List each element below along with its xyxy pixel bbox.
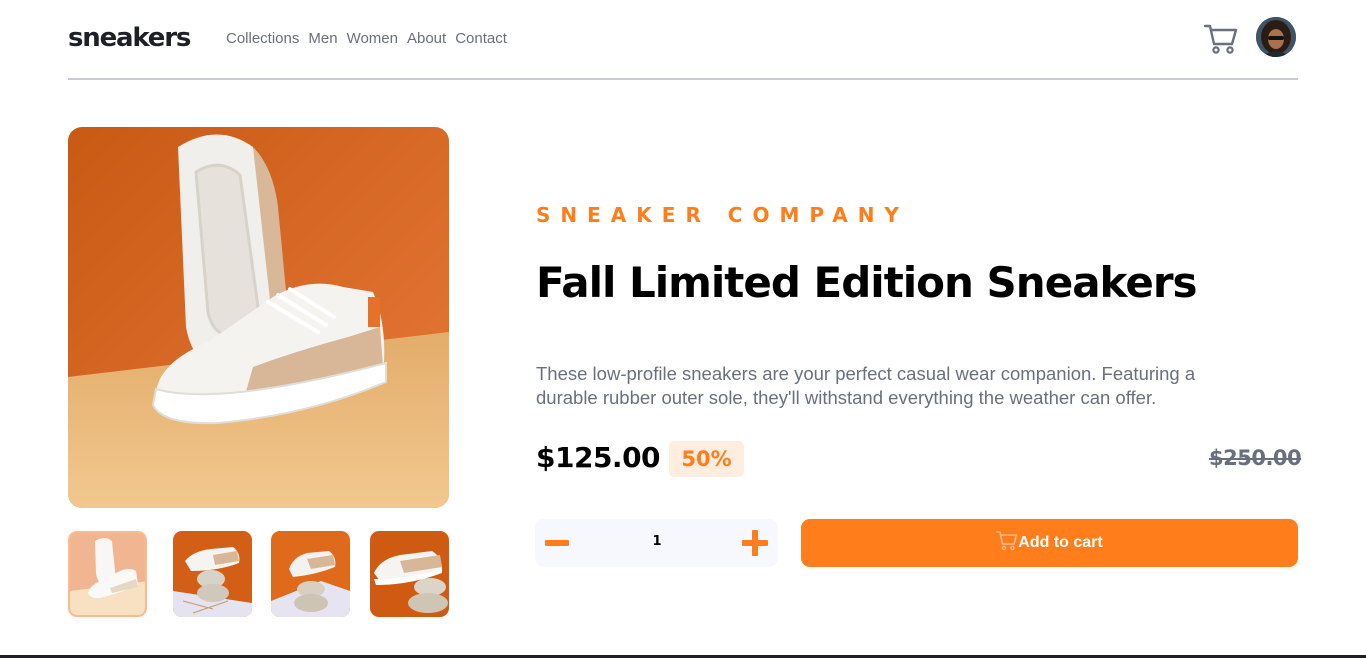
nav-link-men[interactable]: Men (308, 30, 337, 47)
add-to-cart-label: Add to cart (1018, 534, 1103, 551)
cart-icon (996, 531, 1018, 551)
product-description: These low-profile sneakers are your perf… (536, 363, 1196, 408)
sneaker-photo (68, 127, 449, 508)
thumbnail-image (271, 531, 350, 617)
nav-link-collections[interactable]: Collections (226, 30, 299, 47)
nav-link-about[interactable]: About (407, 30, 446, 47)
thumbnail-image (70, 533, 145, 615)
avatar-image (1256, 17, 1296, 57)
product-title: Fall Limited Edition Sneakers (536, 258, 1198, 307)
thumbnail-4[interactable] (370, 531, 449, 617)
discount-badge: 50% (669, 441, 744, 477)
increase-quantity-button[interactable] (742, 530, 770, 558)
nav-link-contact[interactable]: Contact (455, 30, 507, 47)
thumbnail-3[interactable] (271, 531, 350, 617)
nav-link-women[interactable]: Women (347, 30, 398, 47)
thumbnail-image (173, 531, 252, 617)
main-nav: Collections Men Women About Contact (226, 30, 507, 47)
avatar[interactable] (1256, 17, 1296, 57)
cart-button[interactable] (1203, 20, 1239, 56)
current-price: $125.00 (536, 441, 661, 474)
product-main-image[interactable] (68, 127, 449, 508)
thumbnail-1[interactable] (68, 531, 147, 617)
thumbnail-2[interactable] (173, 531, 252, 617)
decrease-quantity-button[interactable] (545, 529, 573, 557)
original-price: $250.00 (1209, 446, 1302, 470)
plus-icon (742, 530, 768, 556)
logo[interactable]: sneakers (68, 23, 191, 53)
add-to-cart-button[interactable]: Add to cart (801, 519, 1298, 567)
site-header: sneakers Collections Men Women About Con… (68, 0, 1298, 80)
minus-icon (545, 540, 569, 546)
quantity-input[interactable] (635, 534, 679, 549)
thumbnail-image (370, 531, 449, 617)
cart-icon (1203, 24, 1238, 54)
company-name: SNEAKER COMPANY (536, 203, 909, 227)
quantity-stepper (535, 519, 778, 567)
